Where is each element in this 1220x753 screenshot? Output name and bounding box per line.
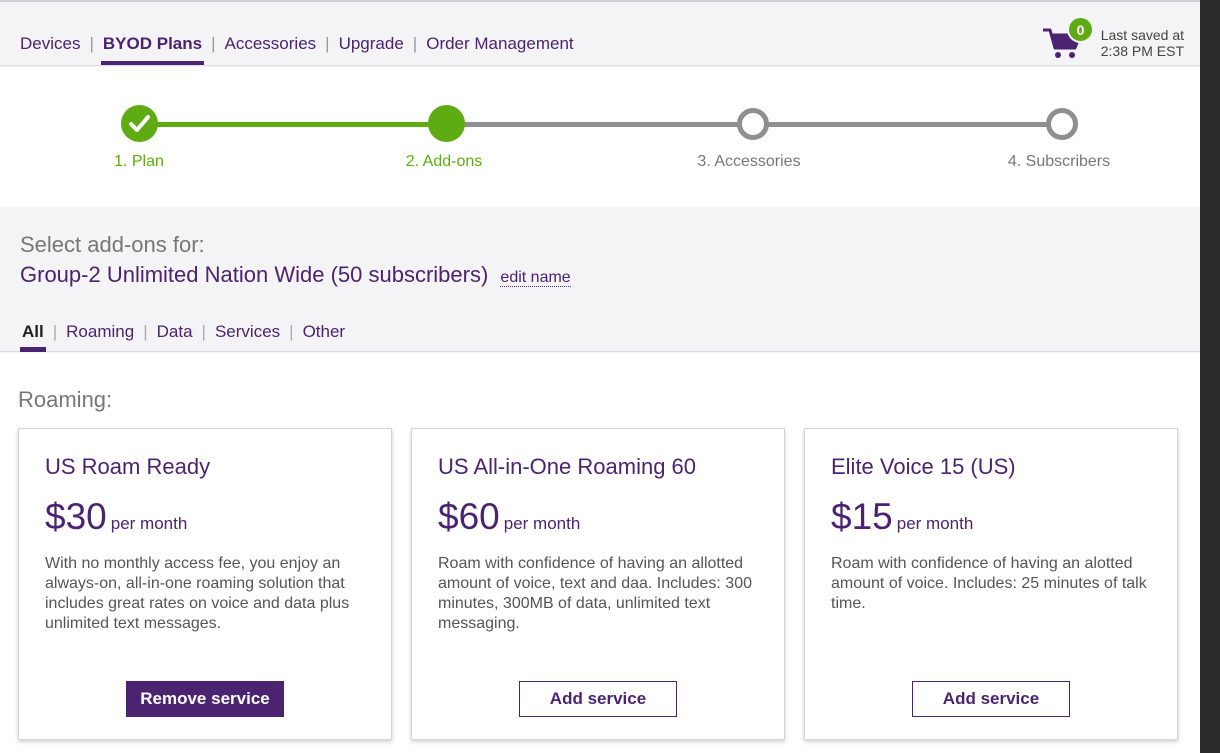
roaming-section: Roaming: US Roam Ready $30 per month Wit… [0, 353, 1200, 753]
card-description: Roam with confidence of having an alotte… [831, 555, 1147, 612]
price-period: per month [896, 514, 974, 533]
filter-separator: | [289, 322, 294, 341]
last-saved-label: Last saved at [1100, 27, 1184, 43]
remove-service-button[interactable]: Remove service [126, 681, 284, 717]
filter-separator: | [201, 322, 206, 341]
price-amount: $15 [831, 496, 893, 537]
nav-separator: | [211, 34, 216, 53]
select-addons-heading: Select add-ons for: [20, 232, 205, 257]
addon-card-us-all-in-one-roaming-60: US All-in-One Roaming 60 $60 per month R… [411, 428, 785, 740]
filter-tab-all[interactable]: All [20, 322, 46, 352]
step-1-label[interactable]: 1. Plan [114, 153, 164, 171]
step-2-label[interactable]: 2. Add-ons [406, 153, 483, 171]
price-period: per month [110, 514, 188, 533]
filter-tab-other[interactable]: Other [303, 322, 346, 342]
roaming-heading: Roaming: [18, 387, 113, 412]
nav-order-management[interactable]: Order Management [426, 34, 573, 62]
card-description: With no monthly access fee, you enjoy an… [45, 555, 350, 632]
addon-card-elite-voice-15: Elite Voice 15 (US) $15 per month Roam w… [804, 428, 1178, 740]
card-price: $60 per month [438, 496, 580, 538]
card-price: $30 per month [45, 496, 187, 538]
nav-separator: | [412, 34, 418, 53]
step-3-label: 3. Accessories [697, 153, 801, 170]
select-addons-section: Select add-ons for: Group-2 Unlimited Na… [0, 207, 1200, 352]
card-description: Roam with confidence of having an allott… [438, 555, 752, 632]
addon-filter-tabs: All | Roaming | Data | Services | Other [20, 322, 346, 352]
nav-upgrade[interactable]: Upgrade [339, 34, 404, 62]
price-amount: $30 [45, 496, 107, 537]
nav-accessories[interactable]: Accessories [225, 34, 317, 62]
step-2-circle[interactable] [428, 105, 465, 142]
card-title: US Roam Ready [45, 454, 211, 479]
nav-separator: | [89, 34, 94, 53]
nav-separator: | [325, 34, 330, 53]
price-amount: $60 [438, 496, 500, 537]
progress-stepper: 1. Plan 2. Add-ons 3. Accessories 4. Sub… [0, 67, 1200, 207]
cart-count-badge: 0 [1067, 16, 1094, 43]
last-saved-time: 2:38 PM EST [1100, 43, 1184, 59]
card-price: $15 per month [831, 496, 973, 538]
progress-track-complete [140, 122, 446, 127]
nav-byod-plans[interactable]: BYOD Plans [100, 34, 205, 65]
step-4-label: 4. Subscribers [1007, 153, 1111, 170]
step-4-circle [1046, 108, 1078, 140]
filter-tab-data[interactable]: Data [157, 322, 193, 342]
card-title: US All-in-One Roaming 60 [438, 454, 697, 479]
app-window: Devices | BYOD Plans | Accessories | Upg… [0, 0, 1200, 753]
step-3-circle [737, 108, 769, 140]
add-service-button[interactable]: Add service [912, 681, 1070, 717]
add-service-button[interactable]: Add service [519, 681, 677, 717]
group-name: Group-2 Unlimited Nation Wide (50 subscr… [20, 262, 489, 287]
header: Devices | BYOD Plans | Accessories | Upg… [0, 2, 1200, 66]
group-name-line: Group-2 Unlimited Nation Wide (50 subscr… [20, 262, 571, 288]
step-1-check-icon[interactable] [121, 105, 158, 142]
addon-card-us-roam-ready: US Roam Ready $30 per month With no mont… [18, 428, 392, 740]
last-saved-status: Last saved at 2:38 PM EST [1101, 27, 1184, 59]
filter-tab-roaming[interactable]: Roaming [66, 322, 134, 342]
filter-separator: | [52, 322, 58, 341]
nav-devices[interactable]: Devices [20, 34, 80, 62]
main-nav: Devices | BYOD Plans | Accessories | Upg… [20, 34, 574, 65]
filter-separator: | [143, 322, 148, 341]
edit-name-link[interactable]: edit name [500, 269, 571, 287]
card-title: Elite Voice 15 (US) [831, 454, 1016, 479]
filter-tab-services[interactable]: Services [215, 322, 280, 342]
price-period: per month [503, 514, 581, 533]
